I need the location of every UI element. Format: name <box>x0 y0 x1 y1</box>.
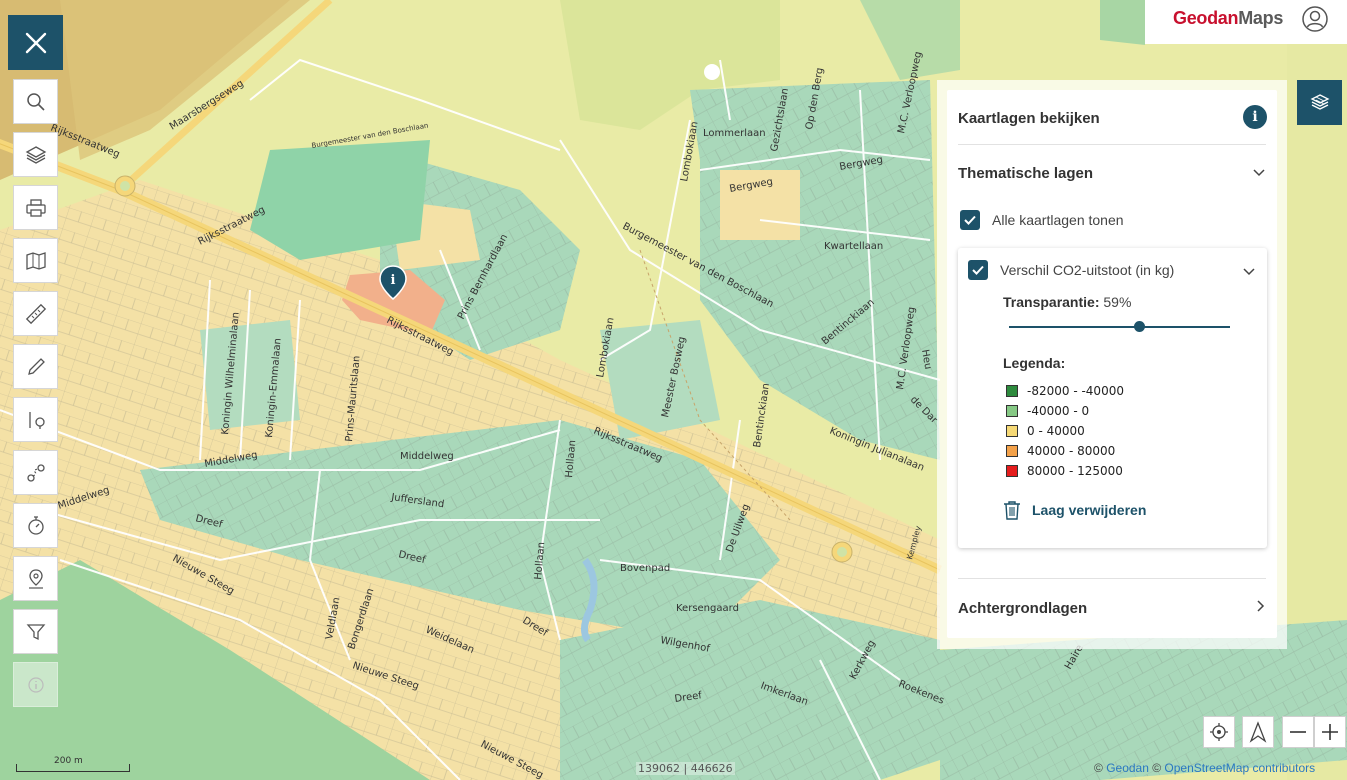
legend-label: 80000 - 125000 <box>1027 464 1123 478</box>
transparency-text: Transparantie: 59% <box>1003 294 1131 310</box>
print-icon <box>25 198 46 217</box>
minus-icon <box>1290 731 1306 733</box>
plus-icon <box>1322 724 1338 740</box>
info-button[interactable] <box>13 662 58 707</box>
compass-button[interactable] <box>1242 716 1274 748</box>
stopwatch-icon <box>27 515 44 535</box>
legend-label: -40000 - 0 <box>1027 404 1090 418</box>
show-all-checkbox[interactable] <box>960 210 980 230</box>
chevron-down-icon[interactable] <box>1252 168 1266 178</box>
route-button[interactable] <box>13 450 58 495</box>
header-bar: GeodanMaps <box>1145 0 1347 44</box>
measure-button[interactable] <box>13 291 58 336</box>
background-layers-heading[interactable]: Achtergrondlagen <box>958 600 1087 617</box>
chevron-down-icon[interactable] <box>1242 267 1256 277</box>
filter-button[interactable] <box>13 609 58 654</box>
print-button[interactable] <box>13 185 58 230</box>
divider <box>958 578 1266 579</box>
layers-panel-toggle[interactable] <box>1297 80 1342 125</box>
info-icon <box>27 676 44 693</box>
search-button[interactable] <box>13 79 58 124</box>
scale-bar: 200 m <box>16 756 132 774</box>
filter-icon <box>26 623 45 640</box>
route-point-button[interactable] <box>13 397 58 442</box>
attribution-copyright: © <box>1094 761 1107 775</box>
legend-label: 40000 - 80000 <box>1027 444 1116 458</box>
crosshair-icon <box>1210 723 1228 741</box>
osm-link[interactable]: OpenStreetMap contributors <box>1164 761 1315 775</box>
brand-logo: GeodanMaps <box>1173 8 1283 29</box>
pencil-icon <box>27 357 45 375</box>
trash-icon <box>1004 501 1020 520</box>
thematic-layers-heading[interactable]: Thematische lagen <box>958 165 1093 182</box>
north-arrow-icon <box>1249 721 1267 743</box>
legend-swatch <box>1006 445 1018 457</box>
legend-title: Legenda: <box>1003 355 1066 371</box>
street-label: Middelweg <box>400 451 454 462</box>
layer-card: Verschil CO2-uitstoot (in kg) Transparan… <box>958 248 1267 548</box>
legend-label: 0 - 40000 <box>1027 424 1085 438</box>
slider-thumb[interactable] <box>1133 321 1145 332</box>
layers-stack-icon <box>1310 93 1329 110</box>
legend-item: 80000 - 125000 <box>1006 463 1123 479</box>
street-label: Kwartellaan <box>824 241 883 252</box>
checkmark-icon <box>972 265 984 275</box>
attribution-copyright: © <box>1148 761 1165 775</box>
panel-title: Kaartlagen bekijken <box>958 110 1100 127</box>
legend-swatch <box>1006 465 1018 477</box>
legend-item: 0 - 40000 <box>1006 423 1085 439</box>
transparency-slider[interactable] <box>1009 321 1230 332</box>
street-label: Kersengaard <box>676 603 739 614</box>
layers-icon <box>25 145 46 164</box>
timer-button[interactable] <box>13 503 58 548</box>
map-attribution: © Geodan © OpenStreetMap contributors <box>1094 761 1315 775</box>
route-point-icon <box>28 411 45 429</box>
checkmark-icon <box>964 215 976 225</box>
legend-swatch <box>1006 405 1018 417</box>
street-label: Bovenpad <box>620 563 670 574</box>
search-icon <box>26 92 45 111</box>
legend-label: -82000 - -40000 <box>1027 384 1124 398</box>
transparency-label: Transparantie: <box>1003 294 1100 310</box>
map-marker-icon[interactable]: i <box>378 264 408 302</box>
layer-visible-checkbox[interactable] <box>968 260 988 280</box>
brand-part1: Geodan <box>1173 8 1239 28</box>
legend-item: -82000 - -40000 <box>1006 383 1124 399</box>
route-icon <box>26 463 45 482</box>
location-button[interactable] <box>13 556 58 601</box>
legend-swatch <box>1006 425 1018 437</box>
locate-button[interactable] <box>1203 716 1235 748</box>
close-button[interactable] <box>8 15 63 70</box>
legend-item: -40000 - 0 <box>1006 403 1089 419</box>
zoom-in-button[interactable] <box>1314 716 1346 748</box>
user-icon[interactable] <box>1301 5 1329 33</box>
remove-layer-label: Laag verwijderen <box>1032 502 1147 518</box>
brand-part2: Maps <box>1238 8 1284 28</box>
chevron-right-icon[interactable] <box>1256 599 1266 613</box>
show-all-label: Alle kaartlagen tonen <box>992 212 1124 228</box>
svg-text:i: i <box>391 273 396 288</box>
divider <box>958 144 1266 145</box>
layer-panel: Kaartlagen bekijken i Thematische lagen … <box>947 90 1277 638</box>
legend-swatch <box>1006 385 1018 397</box>
map-edit-button[interactable] <box>13 238 58 283</box>
layer-name: Verschil CO2-uitstoot (in kg) <box>1000 262 1175 278</box>
geodan-link[interactable]: Geodan <box>1106 761 1149 775</box>
map-edit-icon <box>25 251 46 270</box>
street-label: Lommerlaan <box>703 128 766 139</box>
info-circle-icon[interactable]: i <box>1243 105 1267 129</box>
remove-layer-button[interactable]: Laag verwijderen <box>1003 500 1146 520</box>
ruler-icon <box>25 303 46 324</box>
location-pin-icon <box>28 568 43 589</box>
draw-button[interactable] <box>13 344 58 389</box>
close-icon <box>25 32 46 53</box>
layers-button[interactable] <box>13 132 58 177</box>
legend-item: 40000 - 80000 <box>1006 443 1115 459</box>
transparency-value: 59% <box>1103 294 1132 310</box>
zoom-out-button[interactable] <box>1282 716 1314 748</box>
coordinates-readout: 139062 | 446626 <box>636 762 735 775</box>
scale-line <box>16 764 130 772</box>
